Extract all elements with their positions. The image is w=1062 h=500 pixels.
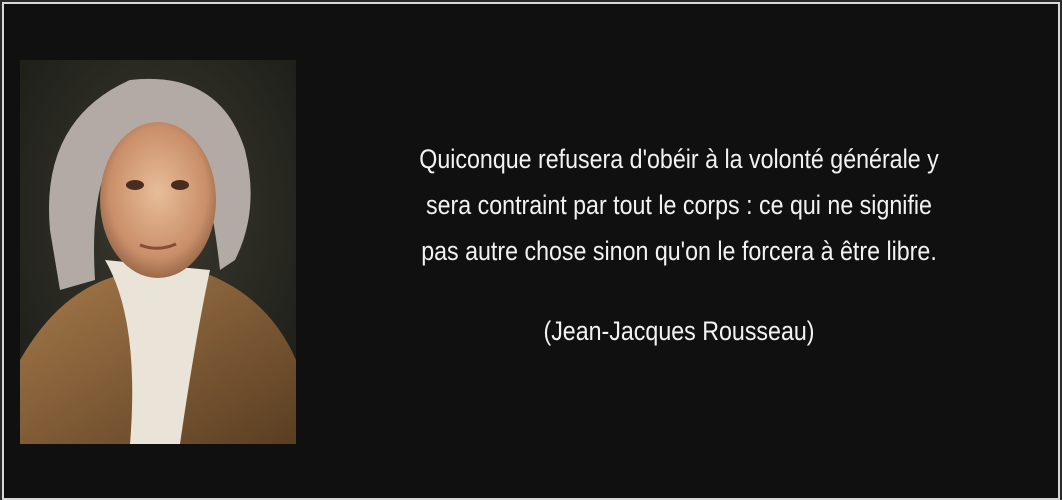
quote-card: Quiconque refusera d'obéir à la volonté … (2, 2, 1060, 500)
quote-line: Quiconque refusera d'obéir à la volonté … (419, 144, 939, 174)
quote-line: pas autre chose sinon qu'on le forcera à… (421, 236, 937, 266)
quote-line: sera contraint par tout le corps : ce qu… (426, 190, 932, 220)
quote-author: (Jean-Jacques Rousseau) (543, 316, 815, 346)
quote-text: Quiconque refusera d'obéir à la volonté … (304, 136, 1054, 274)
portrait-image (20, 60, 296, 444)
